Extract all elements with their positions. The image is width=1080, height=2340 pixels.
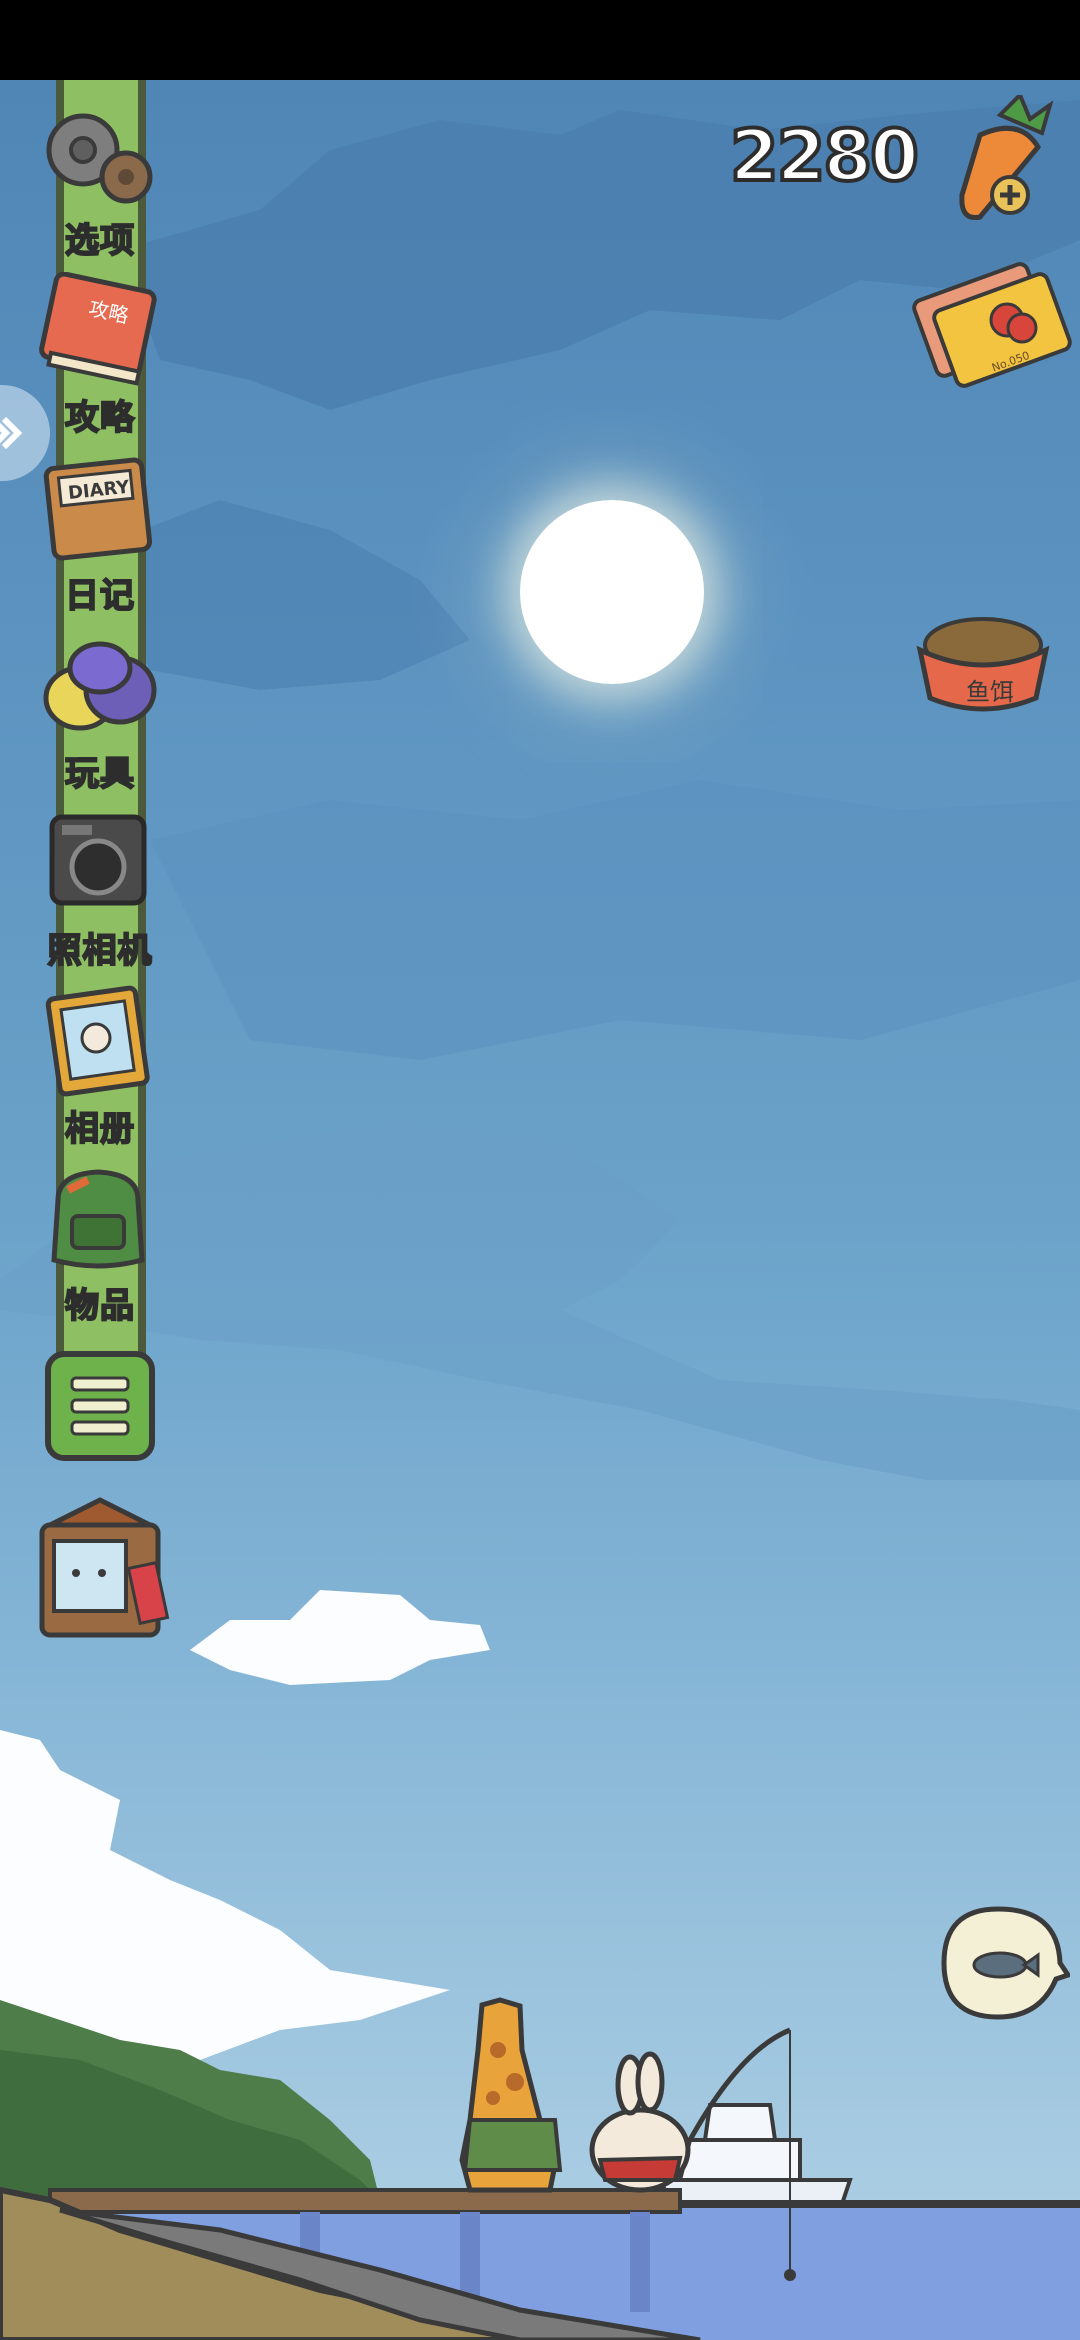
gear-icon — [46, 113, 153, 204]
sidebar-item-label: 攻略 — [64, 397, 135, 439]
sidebar-item-label: 物品 — [64, 1285, 135, 1327]
sidebar-item-album[interactable]: 相册 — [30, 983, 170, 1153]
tickets-button[interactable]: No.050 — [912, 250, 1072, 390]
shrine-icon — [39, 1497, 170, 1638]
carrot-count: 2280 — [728, 113, 921, 199]
event-shrine-button[interactable] — [30, 1495, 170, 1645]
carrot-plus-icon — [959, 91, 1054, 221]
food-bowl-label: 鱼饵 — [966, 678, 1014, 706]
sidebar-item-label: 日记 — [64, 575, 135, 617]
collapse-menu-icon — [45, 1351, 155, 1461]
toys-icon — [43, 641, 157, 731]
camera-icon — [49, 814, 147, 906]
sidebar-item-diary[interactable]: DIARY 日记 — [30, 450, 170, 620]
photo-album-icon — [45, 985, 150, 1097]
collapse-menu-button[interactable] — [30, 1350, 170, 1461]
giraffe-character — [459, 1997, 563, 2193]
sidebar-item-label: 选项 — [64, 220, 135, 262]
sidebar-item-guide[interactable]: 攻略 攻略 — [30, 272, 170, 442]
backpack-icon — [51, 1169, 145, 1269]
food-bowl-button[interactable]: 鱼饵 — [908, 600, 1058, 730]
sidebar-item-options[interactable]: 选项 — [30, 95, 170, 265]
sun — [520, 500, 704, 684]
sidebar-item-toys[interactable]: 玩具 — [30, 628, 170, 798]
fishing-bubble-button[interactable] — [940, 1905, 1072, 2023]
ticket-icon: No.050 — [912, 262, 1072, 388]
diary-icon: DIARY — [43, 457, 153, 561]
lakeside-scene — [0, 1997, 1080, 2340]
sidebar-item-camera[interactable]: 照相机 — [30, 805, 170, 975]
status-bar — [0, 0, 1080, 80]
guide-book-icon: 攻略 — [39, 272, 157, 386]
food-bowl-icon: 鱼饵 — [916, 617, 1050, 712]
sidebar-item-items[interactable]: 物品 — [30, 1160, 170, 1330]
sidebar-item-label: 照相机 — [47, 930, 153, 972]
add-carrots-button[interactable] — [950, 91, 1060, 225]
sidebar-item-label: 玩具 — [64, 753, 135, 795]
sidebar-item-label: 相册 — [64, 1108, 135, 1150]
fish-bubble-icon — [941, 1906, 1072, 2020]
